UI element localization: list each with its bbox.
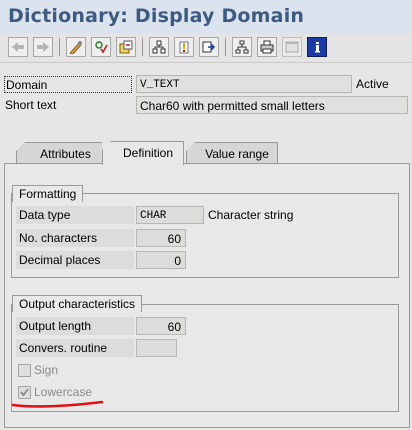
output-length-field[interactable]: 60 (136, 317, 186, 335)
navigation-window-icon[interactable] (199, 37, 219, 57)
info-icon[interactable] (307, 37, 327, 57)
data-type-description: Character string (208, 208, 294, 222)
print-icon[interactable] (257, 37, 277, 57)
tab-definition[interactable]: Definition (102, 141, 184, 165)
sign-checkbox[interactable] (18, 364, 31, 377)
formatting-group-title: Formatting (12, 185, 84, 202)
output-length-label: Output length (16, 317, 134, 335)
check-icon[interactable] (91, 37, 111, 57)
annotation-underline (11, 400, 104, 408)
tab-corner (16, 142, 25, 151)
object-list-icon[interactable] (174, 37, 194, 57)
tab-attributes-label: Attributes (40, 147, 91, 161)
display-change-icon[interactable] (66, 37, 86, 57)
decimal-places-field[interactable]: 0 (136, 251, 186, 269)
toolbar-separator (59, 38, 60, 56)
tab-attributes[interactable]: Attributes (16, 142, 105, 164)
tab-definition-label: Definition (122, 146, 174, 160)
data-type-label: Data type (16, 206, 134, 224)
title-bar: Dictionary: Display Domain (0, 0, 412, 34)
tab-corner (102, 141, 111, 150)
no-characters-label: No. characters (16, 229, 134, 247)
convers-routine-field[interactable] (136, 339, 177, 357)
forward-icon[interactable] (33, 37, 53, 57)
where-used-icon[interactable] (149, 37, 169, 57)
convers-routine-label: Convers. routine (16, 339, 134, 357)
no-characters-field[interactable]: 60 (136, 229, 186, 247)
back-icon[interactable] (8, 37, 28, 57)
application-toolbar (0, 34, 412, 63)
data-type-field[interactable]: CHAR (136, 206, 204, 224)
window-title: Dictionary: Display Domain (8, 5, 305, 27)
status-text: Active (356, 77, 389, 91)
hierarchy-icon[interactable] (232, 37, 252, 57)
tab-value-range[interactable]: Value range (186, 142, 278, 164)
sign-label: Sign (34, 363, 59, 377)
short-text-field[interactable]: Char60 with permitted small letters (136, 96, 408, 114)
activate-icon[interactable] (116, 37, 136, 57)
domain-field[interactable]: V_TEXT (136, 75, 352, 93)
domain-label: Domain (4, 76, 132, 93)
decimal-places-label: Decimal places (16, 251, 134, 269)
toolbar-separator (142, 38, 143, 56)
output-characteristics-title: Output characteristics (12, 295, 143, 312)
tab-value-range-label: Value range (205, 147, 269, 161)
tab-corner (186, 142, 195, 151)
short-text-label: Short text (5, 98, 57, 112)
window-icon[interactable] (282, 37, 302, 57)
toolbar-separator (225, 38, 226, 56)
